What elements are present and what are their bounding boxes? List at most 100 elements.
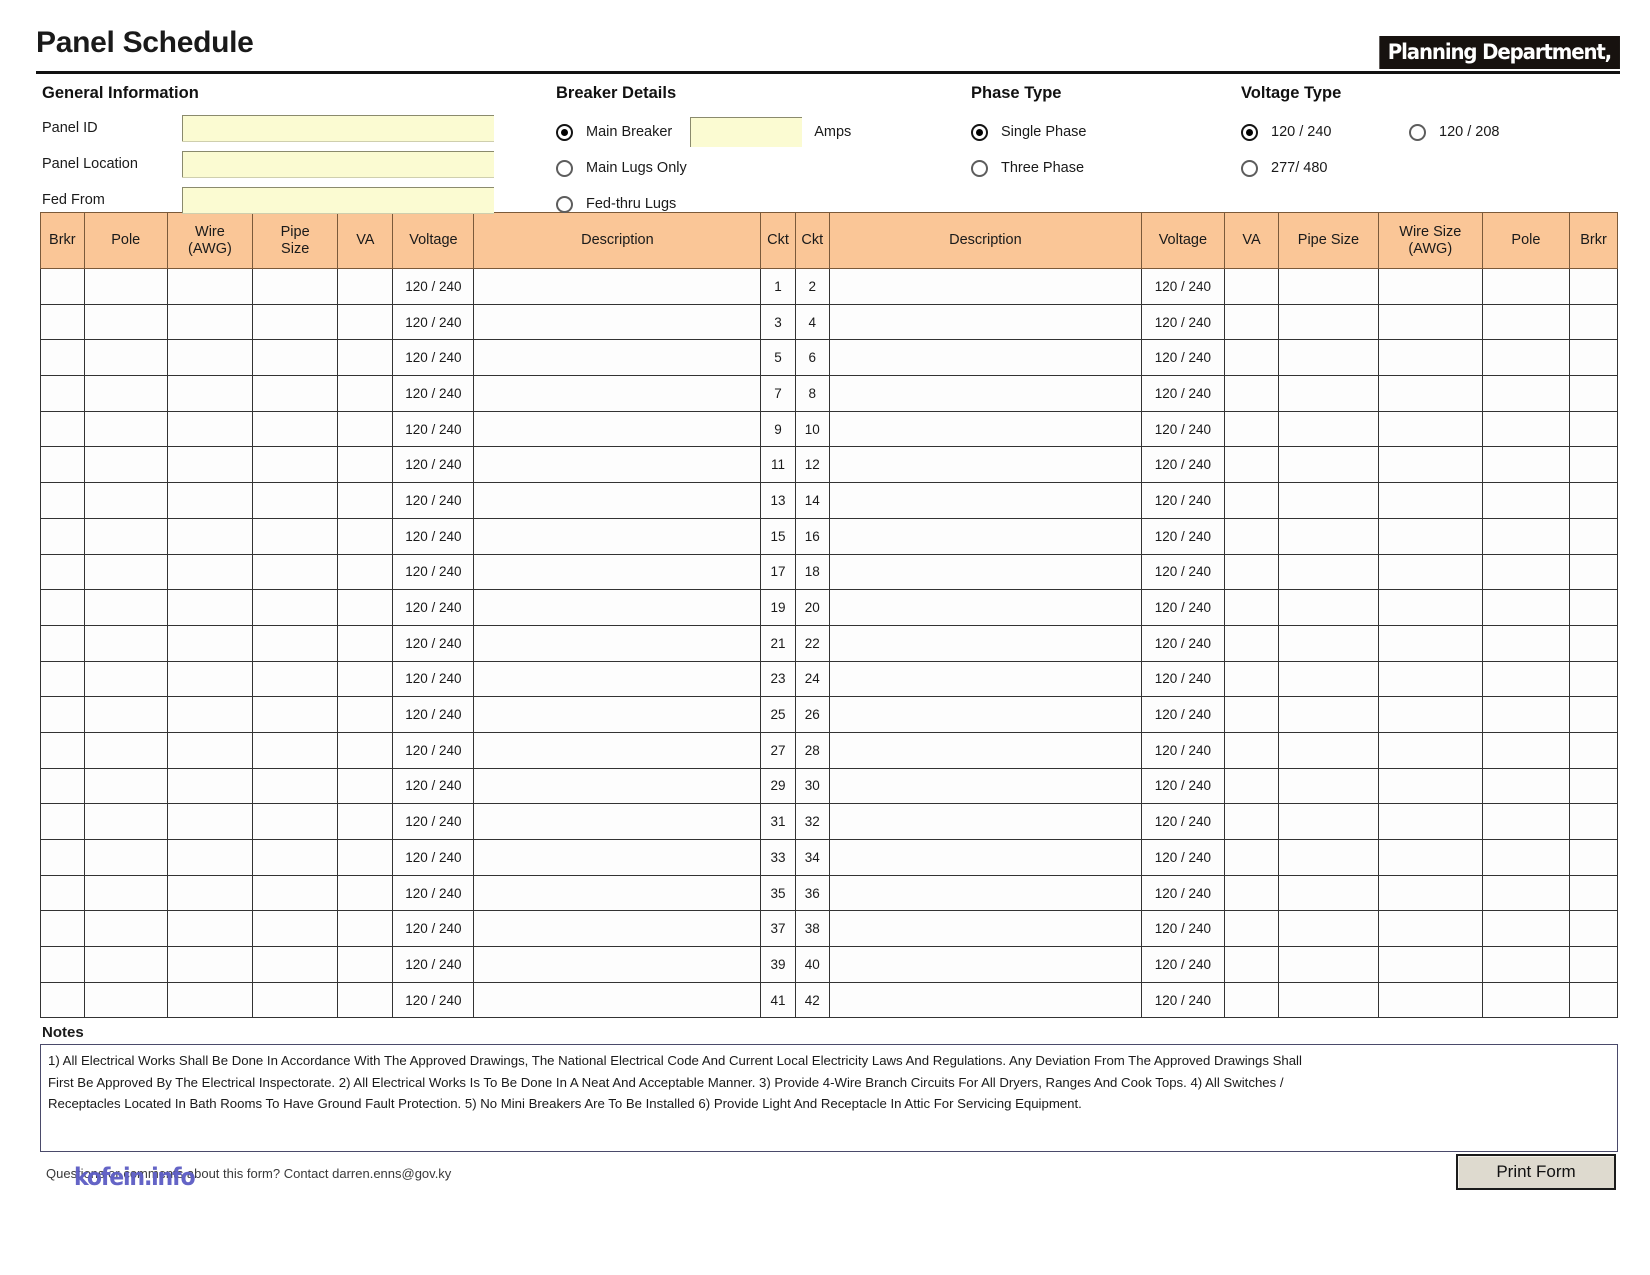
cell-va-r[interactable]	[1223, 946, 1280, 983]
cell-brkr-r[interactable]	[1569, 839, 1618, 876]
cell-va-l[interactable]	[337, 767, 394, 805]
cell-pole-r[interactable]	[1481, 410, 1571, 448]
cell-va-l[interactable]	[337, 696, 394, 733]
cell-brkr-r[interactable]	[1569, 375, 1618, 412]
cell-wire-l[interactable]	[166, 553, 254, 591]
cell-pole-r[interactable]	[1481, 839, 1571, 876]
cell-pole-r[interactable]	[1481, 731, 1571, 769]
cell-desc-r[interactable]	[828, 268, 1142, 305]
cell-pole-l[interactable]	[83, 268, 168, 305]
cell-desc-l[interactable]	[473, 874, 762, 912]
cell-brkr-r[interactable]	[1569, 410, 1618, 448]
cell-pipe-r[interactable]	[1278, 375, 1379, 412]
cell-wire-r[interactable]	[1377, 767, 1483, 805]
cell-pole-l[interactable]	[83, 874, 168, 912]
cell-pole-l[interactable]	[83, 981, 168, 1019]
cell-va-r[interactable]	[1223, 803, 1280, 840]
cell-va-r[interactable]	[1223, 910, 1280, 948]
cell-brkr-r[interactable]	[1569, 660, 1618, 698]
cell-brkr-l[interactable]	[40, 375, 85, 412]
cell-brkr-r[interactable]	[1569, 874, 1618, 912]
cell-pole-r[interactable]	[1481, 303, 1571, 341]
cell-desc-l[interactable]	[473, 660, 762, 698]
cell-pipe-r[interactable]	[1278, 624, 1379, 662]
cell-desc-l[interactable]	[473, 624, 762, 662]
cell-brkr-r[interactable]	[1569, 339, 1618, 377]
cell-pole-l[interactable]	[83, 589, 168, 626]
cell-va-l[interactable]	[337, 589, 394, 626]
cell-wire-l[interactable]	[166, 339, 254, 377]
cell-wire-l[interactable]	[166, 696, 254, 733]
cell-pole-r[interactable]	[1481, 339, 1571, 377]
cell-va-r[interactable]	[1223, 660, 1280, 698]
cell-desc-r[interactable]	[828, 446, 1142, 484]
radio-single-phase[interactable]: Single Phase	[971, 114, 1236, 150]
cell-pipe-l[interactable]	[252, 375, 339, 412]
cell-desc-r[interactable]	[828, 482, 1142, 519]
cell-wire-l[interactable]	[166, 268, 254, 305]
cell-wire-r[interactable]	[1377, 553, 1483, 591]
cell-wire-r[interactable]	[1377, 839, 1483, 876]
cell-pipe-r[interactable]	[1278, 767, 1379, 805]
cell-va-r[interactable]	[1223, 767, 1280, 805]
cell-desc-r[interactable]	[828, 910, 1142, 948]
cell-va-l[interactable]	[337, 910, 394, 948]
cell-desc-r[interactable]	[828, 589, 1142, 626]
panel-id-input[interactable]	[182, 115, 494, 141]
cell-pole-r[interactable]	[1481, 696, 1571, 733]
cell-wire-l[interactable]	[166, 446, 254, 484]
cell-brkr-r[interactable]	[1569, 303, 1618, 341]
cell-wire-r[interactable]	[1377, 696, 1483, 733]
cell-brkr-l[interactable]	[40, 268, 85, 305]
cell-brkr-r[interactable]	[1569, 624, 1618, 662]
cell-va-r[interactable]	[1223, 339, 1280, 377]
cell-pipe-r[interactable]	[1278, 803, 1379, 840]
radio-unselected-icon[interactable]	[971, 159, 988, 177]
cell-pipe-r[interactable]	[1278, 553, 1379, 591]
cell-pole-l[interactable]	[83, 375, 168, 412]
cell-desc-r[interactable]	[828, 517, 1142, 555]
cell-desc-r[interactable]	[828, 767, 1142, 805]
cell-wire-r[interactable]	[1377, 731, 1483, 769]
cell-wire-r[interactable]	[1377, 946, 1483, 983]
cell-pipe-r[interactable]	[1278, 589, 1379, 626]
cell-va-l[interactable]	[337, 946, 394, 983]
cell-va-r[interactable]	[1223, 482, 1280, 519]
cell-desc-l[interactable]	[473, 803, 762, 840]
cell-pole-r[interactable]	[1481, 446, 1571, 484]
cell-wire-r[interactable]	[1377, 410, 1483, 448]
cell-wire-l[interactable]	[166, 839, 254, 876]
cell-wire-r[interactable]	[1377, 303, 1483, 341]
cell-brkr-l[interactable]	[40, 624, 85, 662]
cell-wire-l[interactable]	[166, 731, 254, 769]
cell-va-l[interactable]	[337, 624, 394, 662]
radio-main-lugs-only[interactable]: Main Lugs Only	[556, 150, 976, 186]
cell-pole-r[interactable]	[1481, 589, 1571, 626]
cell-brkr-r[interactable]	[1569, 446, 1618, 484]
cell-pipe-l[interactable]	[252, 767, 339, 805]
cell-pole-l[interactable]	[83, 946, 168, 983]
cell-pipe-l[interactable]	[252, 339, 339, 377]
cell-desc-l[interactable]	[473, 553, 762, 591]
cell-desc-l[interactable]	[473, 839, 762, 876]
cell-pole-r[interactable]	[1481, 517, 1571, 555]
radio-main-breaker[interactable]: Main Breaker Amps	[556, 114, 976, 150]
cell-pipe-r[interactable]	[1278, 981, 1379, 1019]
cell-desc-r[interactable]	[828, 696, 1142, 733]
cell-pole-l[interactable]	[83, 910, 168, 948]
cell-pole-l[interactable]	[83, 482, 168, 519]
cell-pipe-r[interactable]	[1278, 874, 1379, 912]
cell-va-l[interactable]	[337, 446, 394, 484]
notes-textarea[interactable]: 1) All Electrical Works Shall Be Done In…	[40, 1044, 1618, 1153]
cell-brkr-l[interactable]	[40, 517, 85, 555]
cell-va-l[interactable]	[337, 660, 394, 698]
cell-pipe-r[interactable]	[1278, 339, 1379, 377]
radio-unselected-icon[interactable]	[556, 195, 573, 213]
cell-pole-r[interactable]	[1481, 981, 1571, 1019]
cell-pipe-l[interactable]	[252, 482, 339, 519]
cell-brkr-l[interactable]	[40, 696, 85, 733]
cell-pipe-l[interactable]	[252, 268, 339, 305]
cell-wire-r[interactable]	[1377, 624, 1483, 662]
cell-pipe-r[interactable]	[1278, 660, 1379, 698]
cell-pipe-l[interactable]	[252, 553, 339, 591]
